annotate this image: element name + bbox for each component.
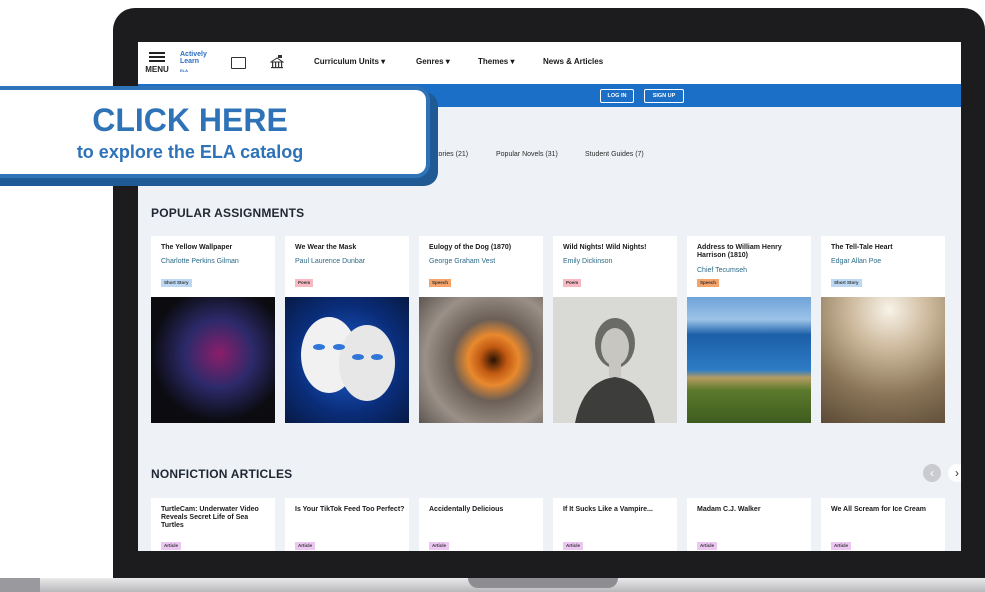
article-badge: Article xyxy=(697,542,718,550)
article-badge: Article xyxy=(831,542,852,550)
assignment-card[interactable]: Wild Nights! Wild Nights! Emily Dickinso… xyxy=(553,236,677,423)
card-title: Wild Nights! Wild Nights! xyxy=(563,244,647,251)
coastline-image xyxy=(687,297,811,423)
card-author[interactable]: Charlotte Perkins Gilman xyxy=(161,258,239,265)
portrait-image xyxy=(553,297,677,423)
article-badge: Article xyxy=(429,542,450,550)
portrait-illustration xyxy=(575,318,655,423)
article-badge: Article xyxy=(295,542,316,550)
card-title: Is Your TikTok Feed Too Perfect? xyxy=(295,506,405,513)
laptop-notch xyxy=(468,578,618,588)
login-button[interactable]: LOG IN xyxy=(600,89,634,103)
logo[interactable]: Actively Learn ELA xyxy=(180,51,224,79)
logo-line2: Learn xyxy=(180,58,200,65)
article-badge: Article xyxy=(563,542,584,550)
carousel-next-button[interactable]: › xyxy=(948,464,961,482)
carousel-prev-button[interactable]: ‹ xyxy=(923,464,941,482)
genre-badge: Speech xyxy=(697,279,720,287)
top-nav: MENU Actively Learn ELA Curriculum Units… xyxy=(138,42,961,85)
category-popular-novels[interactable]: Popular Novels (31) xyxy=(496,151,558,158)
article-badge: Article xyxy=(161,542,182,550)
popular-assignments-title: POPULAR ASSIGNMENTS xyxy=(151,206,305,220)
article-card[interactable]: Madam C.J. Walker Article xyxy=(687,498,811,551)
card-title: Address to William Henry Harrison (1810) xyxy=(697,244,782,259)
callout-title[interactable]: CLICK HERE xyxy=(0,102,380,139)
folder-icon[interactable] xyxy=(231,57,246,69)
article-card[interactable]: We All Scream for Ice Cream Article xyxy=(821,498,945,551)
nav-themes[interactable]: Themes ▾ xyxy=(478,57,514,66)
hamburger-icon-bar xyxy=(149,56,165,58)
assignment-card[interactable]: We Wear the Mask Paul Laurence Dunbar Po… xyxy=(285,236,409,423)
assignment-card[interactable]: Address to William Henry Harrison (1810)… xyxy=(687,236,811,423)
menu-button[interactable]: MENU xyxy=(142,50,172,80)
card-title: We All Scream for Ice Cream xyxy=(831,506,926,513)
card-title: The Tell-Tale Heart xyxy=(831,244,893,251)
library-lock-icon[interactable] xyxy=(270,55,284,69)
masks-illustration xyxy=(301,317,395,401)
masks-image xyxy=(285,297,409,423)
genre-badge: Poem xyxy=(563,279,582,287)
card-title: Madam C.J. Walker xyxy=(697,506,761,513)
assignment-card[interactable]: Eulogy of the Dog (1870) George Graham V… xyxy=(419,236,543,423)
floorboards-image xyxy=(821,297,945,423)
hamburger-icon xyxy=(149,52,165,54)
card-title: If It Sucks Like a Vampire... xyxy=(563,506,653,513)
card-author[interactable]: Emily Dickinson xyxy=(563,258,612,265)
nav-genres[interactable]: Genres ▾ xyxy=(416,57,450,66)
article-card[interactable]: Is Your TikTok Feed Too Perfect? Article xyxy=(285,498,409,551)
assignment-card[interactable]: The Tell-Tale Heart Edgar Allan Poe Shor… xyxy=(821,236,945,423)
nav-news-articles[interactable]: News & Articles xyxy=(543,57,603,66)
logo-line3: ELA xyxy=(180,68,188,73)
article-card[interactable]: If It Sucks Like a Vampire... Article xyxy=(553,498,677,551)
nav-curriculum-units[interactable]: Curriculum Units ▾ xyxy=(314,57,385,66)
card-title: The Yellow Wallpaper xyxy=(161,244,233,251)
dog-eye-image xyxy=(419,297,543,423)
menu-label: MENU xyxy=(145,65,169,74)
card-title: We Wear the Mask xyxy=(295,244,357,251)
callout-subtitle[interactable]: to explore the ELA catalog xyxy=(0,142,380,163)
logo-line1: Actively xyxy=(180,51,207,58)
signup-button[interactable]: SIGN UP xyxy=(644,89,684,103)
assignment-card[interactable]: The Yellow Wallpaper Charlotte Perkins G… xyxy=(151,236,275,423)
card-title: Accidentally Delicious xyxy=(429,506,504,513)
laptop-bezel xyxy=(113,551,985,578)
laptop-base-edge xyxy=(0,578,40,592)
card-author[interactable]: George Graham Vest xyxy=(429,258,495,265)
card-title: TurtleCam: Underwater Video Reveals Secr… xyxy=(161,506,259,529)
genre-badge: Speech xyxy=(429,279,452,287)
card-author[interactable]: Paul Laurence Dunbar xyxy=(295,258,365,265)
category-student-guides[interactable]: Student Guides (7) xyxy=(585,151,644,158)
card-title: Eulogy of the Dog (1870) xyxy=(429,244,512,251)
genre-badge: Poem xyxy=(295,279,314,287)
card-author[interactable]: Edgar Allan Poe xyxy=(831,258,881,265)
article-card[interactable]: TurtleCam: Underwater Video Reveals Secr… xyxy=(151,498,275,551)
card-author[interactable]: Chief Tecumseh xyxy=(697,267,747,274)
nonfiction-articles-title: NONFICTION ARTICLES xyxy=(151,467,293,481)
swirling-face-image xyxy=(151,297,275,423)
genre-badge: Short Story xyxy=(161,279,192,287)
article-card[interactable]: Accidentally Delicious Article xyxy=(419,498,543,551)
genre-badge: Short Story xyxy=(831,279,862,287)
hamburger-icon-bar xyxy=(149,60,165,62)
